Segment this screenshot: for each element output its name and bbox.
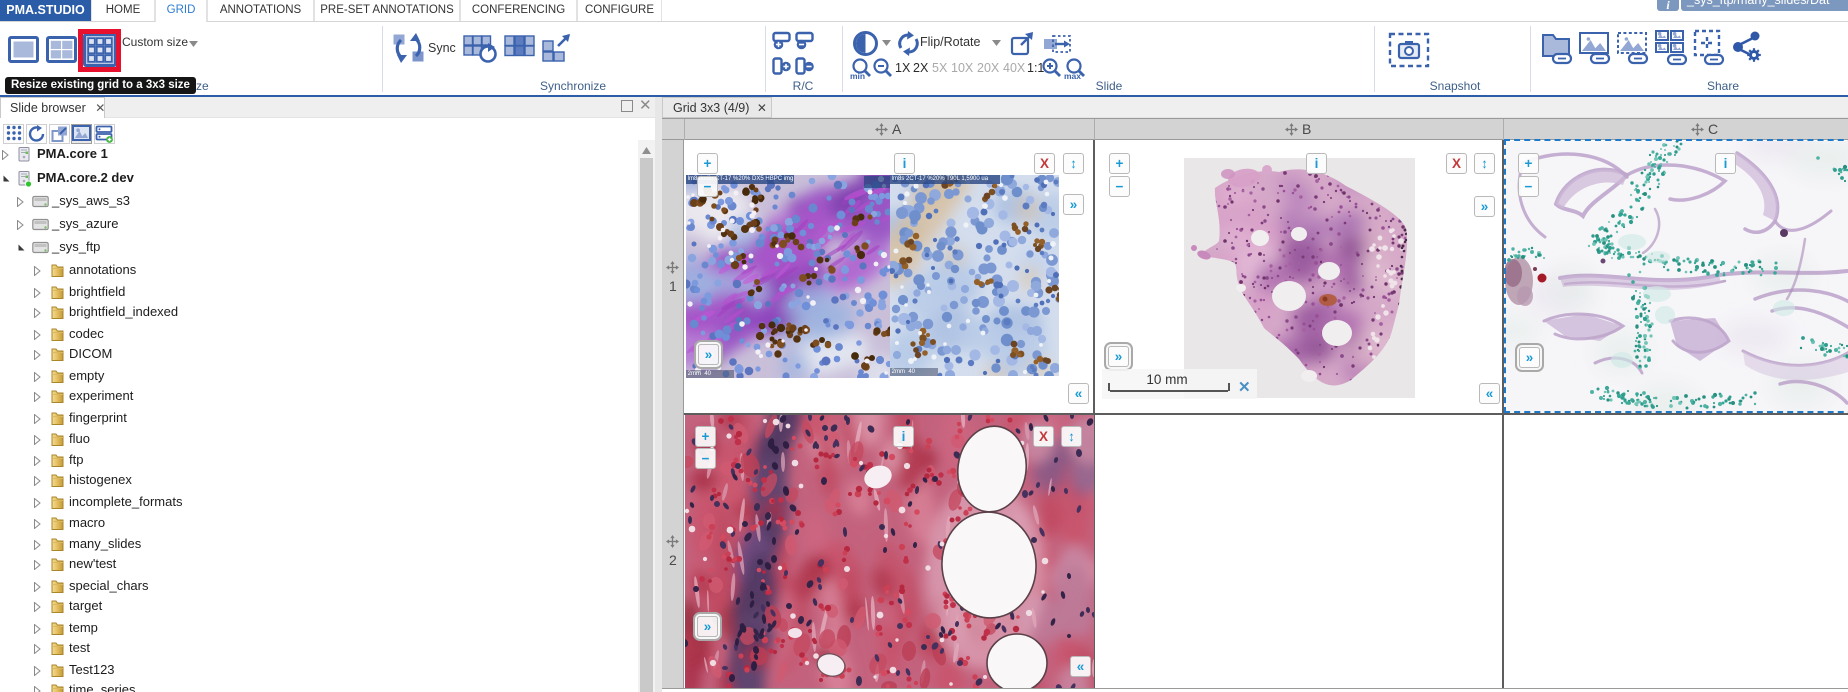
- svg-text:min: min: [850, 71, 865, 81]
- svg-text:max: max: [1064, 71, 1081, 81]
